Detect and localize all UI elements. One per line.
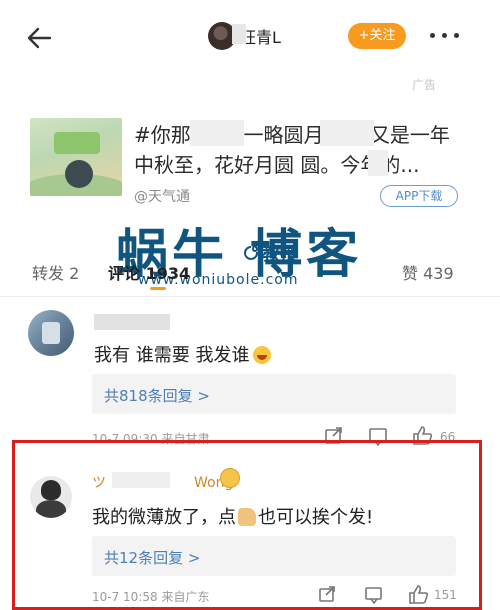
comment-text: 我的微薄放了，点 也可以挨个发! [92,507,374,528]
like-icon[interactable] [409,585,429,604]
text-blur [190,120,244,146]
ad-label: 广告 [412,78,437,92]
author-name[interactable]: 旺青L [240,24,281,48]
name-blur [232,24,246,44]
ad-text[interactable]: #你那 昆吕 一略圆月真谷 又是一年中秋至，花好月圆 圆。今年的... [134,120,464,180]
text-blur [320,120,374,146]
more-dots-icon[interactable] [430,33,460,41]
divider [0,296,500,297]
app-download-button[interactable]: APP下载 [380,185,458,207]
tab-repost[interactable]: 转发 2 [32,260,79,284]
active-tab-indicator [150,287,166,290]
comment-meta: 10-7 10:58 来自广东 [92,590,210,604]
replies-link[interactable]: 共12条回复 > [104,547,200,568]
ad-source[interactable]: @天气通 [134,186,190,206]
vip-badge-icon [220,468,240,488]
back-arrow-icon[interactable] [22,20,58,56]
follow-button[interactable]: +关注 [348,23,406,49]
grin-emoji-icon [253,346,272,364]
replies-link[interactable]: 共818条回复 > [104,385,210,406]
tab-comments[interactable]: 评论 1934 [108,260,190,284]
thumbs-up-emoji-icon [238,508,256,526]
text-blur [368,150,388,176]
watermark-middle: 教授 [262,244,298,265]
commenter-avatar[interactable] [28,310,74,356]
share-icon[interactable] [319,586,335,602]
commenter-avatar[interactable] [30,476,72,518]
commenter-name-blurred [112,472,170,488]
ad-thumbnail[interactable] [30,118,122,196]
tab-likes[interactable]: 赞 439 [402,260,454,284]
commenter-name-blurred [94,314,170,330]
comment-text: 我有 谁需要 我发谁 [94,341,272,367]
comment-icon[interactable] [365,587,382,604]
